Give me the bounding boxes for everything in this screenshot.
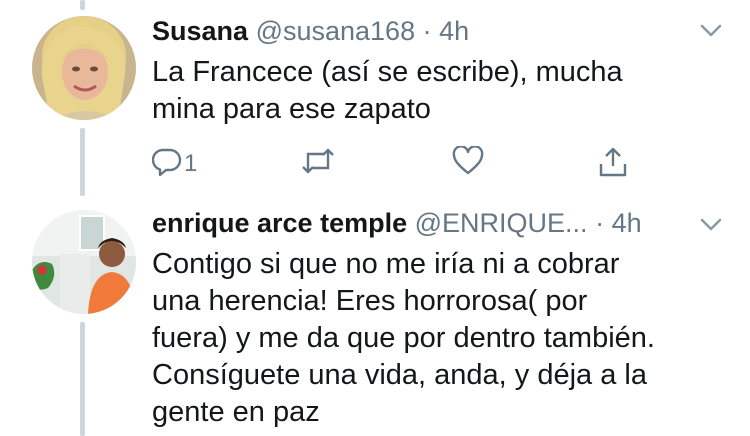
timestamp[interactable]: 4h (612, 208, 642, 238)
chevron-down-icon[interactable] (700, 218, 722, 237)
tweet-header: Susana @susana168 · 4h (152, 16, 469, 47)
separator-dot: · (595, 208, 605, 238)
separator-dot: · (422, 16, 432, 46)
thread-line-top (80, 0, 85, 10)
tweet-text: La Francece (así se escribe), mucha mina… (152, 56, 623, 125)
reply-count: 1 (184, 149, 198, 177)
like-button[interactable] (452, 145, 484, 181)
avatar[interactable] (32, 210, 136, 314)
thread-line-bottom (80, 322, 85, 436)
reply-icon (151, 146, 182, 181)
retweet-button[interactable] (300, 146, 336, 181)
tweet-header: enrique arce temple @ENRIQUE... · 4h (152, 208, 642, 239)
thread-line-middle (80, 128, 85, 196)
avatar[interactable] (32, 16, 136, 120)
display-name[interactable]: Susana (152, 16, 248, 46)
timestamp[interactable]: 4h (439, 16, 469, 46)
reply-button[interactable]: 1 (151, 146, 198, 181)
like-icon (452, 145, 484, 181)
user-handle[interactable]: @ENRIQUE... (415, 208, 588, 238)
tweet-text: Contigo si que no me iría ni a cobrar un… (152, 248, 655, 428)
retweet-icon (300, 146, 336, 181)
share-icon (598, 146, 628, 183)
tweet-actions: 1 (151, 145, 642, 186)
display-name[interactable]: enrique arce temple (152, 208, 407, 238)
user-handle[interactable]: @susana168 (256, 16, 416, 46)
share-button[interactable] (598, 146, 628, 183)
chevron-down-icon[interactable] (700, 24, 722, 43)
